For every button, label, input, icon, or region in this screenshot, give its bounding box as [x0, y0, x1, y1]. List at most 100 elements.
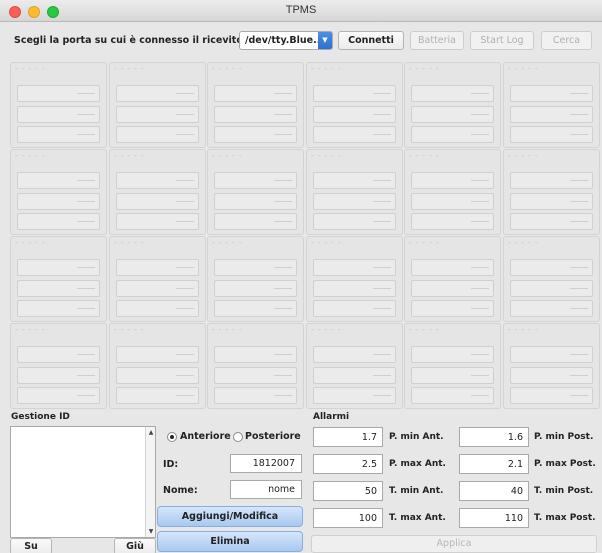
battery-button[interactable]: Batteria	[410, 31, 464, 50]
sensor-cell-field	[17, 193, 100, 210]
sensor-cell-field	[116, 280, 199, 297]
sensor-cell-placeholder	[373, 93, 391, 94]
name-label: Nome:	[163, 485, 198, 496]
sensor-cell-field	[17, 367, 100, 384]
sensor-cell-placeholder	[274, 180, 292, 181]
alarm-t-max-ant-field[interactable]: 100	[313, 508, 383, 528]
sensor-cell-title: - - - - -	[311, 326, 342, 334]
sensor-cell-field	[411, 387, 494, 404]
sensor-cell-placeholder	[373, 308, 391, 309]
sensor-cell-placeholder	[176, 375, 194, 376]
sensor-cell-placeholder	[77, 267, 95, 268]
sensor-cell-field	[510, 106, 593, 123]
sensor-cell-field	[510, 126, 593, 143]
toolbar: Scegli la porta su cui è connesso il ric…	[0, 22, 602, 60]
sensor-cell: - - - - -	[306, 62, 403, 148]
sensor-cell-field	[214, 85, 297, 102]
alarm-t-min-post-label: T. min Post.	[534, 486, 594, 496]
alarm-t-min-post-field[interactable]: 40	[459, 481, 529, 501]
sensor-cell-title: - - - - -	[508, 326, 539, 334]
move-up-button[interactable]: Su	[10, 538, 52, 553]
sensor-cell-placeholder	[274, 267, 292, 268]
search-button[interactable]: Cerca	[541, 31, 592, 50]
alarm-p-min-post-field[interactable]: 1.6	[459, 427, 529, 447]
sensor-cell-placeholder	[176, 395, 194, 396]
sensor-cell-field	[17, 106, 100, 123]
alarm-t-max-ant-label: T. max Ant.	[389, 513, 446, 523]
sensor-cell-field	[411, 259, 494, 276]
sensor-cell-placeholder	[77, 134, 95, 135]
sensor-cell-field	[214, 280, 297, 297]
sensor-cell-placeholder	[176, 288, 194, 289]
apply-button[interactable]: Applica	[311, 535, 597, 553]
id-list-scrollbar[interactable]: ▲ ▼	[145, 427, 155, 537]
id-field[interactable]: 1812007	[230, 454, 302, 473]
sensor-cell-title: - - - - -	[15, 152, 46, 160]
sensor-cell-field	[510, 213, 593, 230]
delete-button[interactable]: Elimina	[157, 531, 303, 552]
alarm-p-max-post-field[interactable]: 2.1	[459, 454, 529, 474]
sensor-cell-placeholder	[570, 288, 588, 289]
sensor-cell-field	[411, 106, 494, 123]
sensor-cell-field	[116, 172, 199, 189]
sensor-cell-field	[510, 367, 593, 384]
sensor-cell-placeholder	[373, 288, 391, 289]
sensor-cell-field	[411, 346, 494, 363]
sensor-cell-field	[214, 259, 297, 276]
chevron-down-icon[interactable]: ▼	[318, 32, 332, 49]
sensor-cell-placeholder	[274, 114, 292, 115]
scroll-down-icon[interactable]: ▼	[147, 528, 155, 535]
sensor-cell: - - - - -	[404, 62, 501, 148]
sensor-cell-field	[214, 300, 297, 317]
sensor-cell-field	[411, 213, 494, 230]
radio-rear[interactable]	[233, 432, 243, 442]
alarm-p-min-ant-field[interactable]: 1.7	[313, 427, 383, 447]
sensor-cell-field	[116, 387, 199, 404]
move-down-button[interactable]: Giù	[114, 538, 156, 553]
sensor-cell-field	[411, 280, 494, 297]
sensor-cell-placeholder	[176, 267, 194, 268]
sensor-cell-placeholder	[77, 288, 95, 289]
sensor-cell-field	[116, 106, 199, 123]
sensor-cell-title: - - - - -	[409, 326, 440, 334]
scroll-up-icon[interactable]: ▲	[147, 429, 155, 436]
alarm-t-min-ant-field[interactable]: 50	[313, 481, 383, 501]
add-modify-button[interactable]: Aggiungi/Modifica	[157, 506, 303, 527]
gestione-id-title: Gestione ID	[11, 412, 70, 422]
sensor-cell: - - - - -	[503, 149, 600, 235]
sensor-cell-placeholder	[176, 221, 194, 222]
sensor-cell-field	[17, 85, 100, 102]
id-list[interactable]: ▲ ▼	[10, 426, 156, 538]
sensor-cell-field	[313, 213, 396, 230]
name-field[interactable]: nome	[230, 480, 302, 499]
sensor-cell-field	[510, 85, 593, 102]
sensor-cell: - - - - -	[207, 62, 304, 148]
sensor-cell-field	[411, 367, 494, 384]
sensor-cell: - - - - -	[207, 149, 304, 235]
connect-button[interactable]: Connetti	[338, 31, 404, 50]
sensor-cell-title: - - - - -	[409, 65, 440, 73]
radio-front[interactable]	[167, 432, 177, 442]
sensor-cell-placeholder	[274, 308, 292, 309]
sensor-cell-placeholder	[77, 375, 95, 376]
sensor-cell-placeholder	[373, 221, 391, 222]
sensor-cell-field	[116, 367, 199, 384]
sensor-cell-field	[214, 387, 297, 404]
sensor-cell-placeholder	[373, 375, 391, 376]
sensor-cell-title: - - - - -	[212, 326, 243, 334]
sensor-cell: - - - - -	[109, 149, 206, 235]
sensor-cell-field	[17, 172, 100, 189]
port-select[interactable]: /dev/tty.Blue... ▼	[239, 31, 333, 50]
start-log-button[interactable]: Start Log	[470, 31, 534, 50]
sensor-cell-field	[116, 213, 199, 230]
alarm-p-max-ant-field[interactable]: 2.5	[313, 454, 383, 474]
sensor-cell-placeholder	[77, 354, 95, 355]
sensor-cell-title: - - - - -	[409, 239, 440, 247]
radio-front-label: Anteriore	[180, 431, 231, 442]
sensor-cell-field	[116, 346, 199, 363]
sensor-cell-field	[17, 387, 100, 404]
sensor-cell: - - - - -	[503, 323, 600, 409]
sensor-cell-field	[214, 213, 297, 230]
sensor-cell-placeholder	[373, 114, 391, 115]
alarm-t-max-post-field[interactable]: 110	[459, 508, 529, 528]
